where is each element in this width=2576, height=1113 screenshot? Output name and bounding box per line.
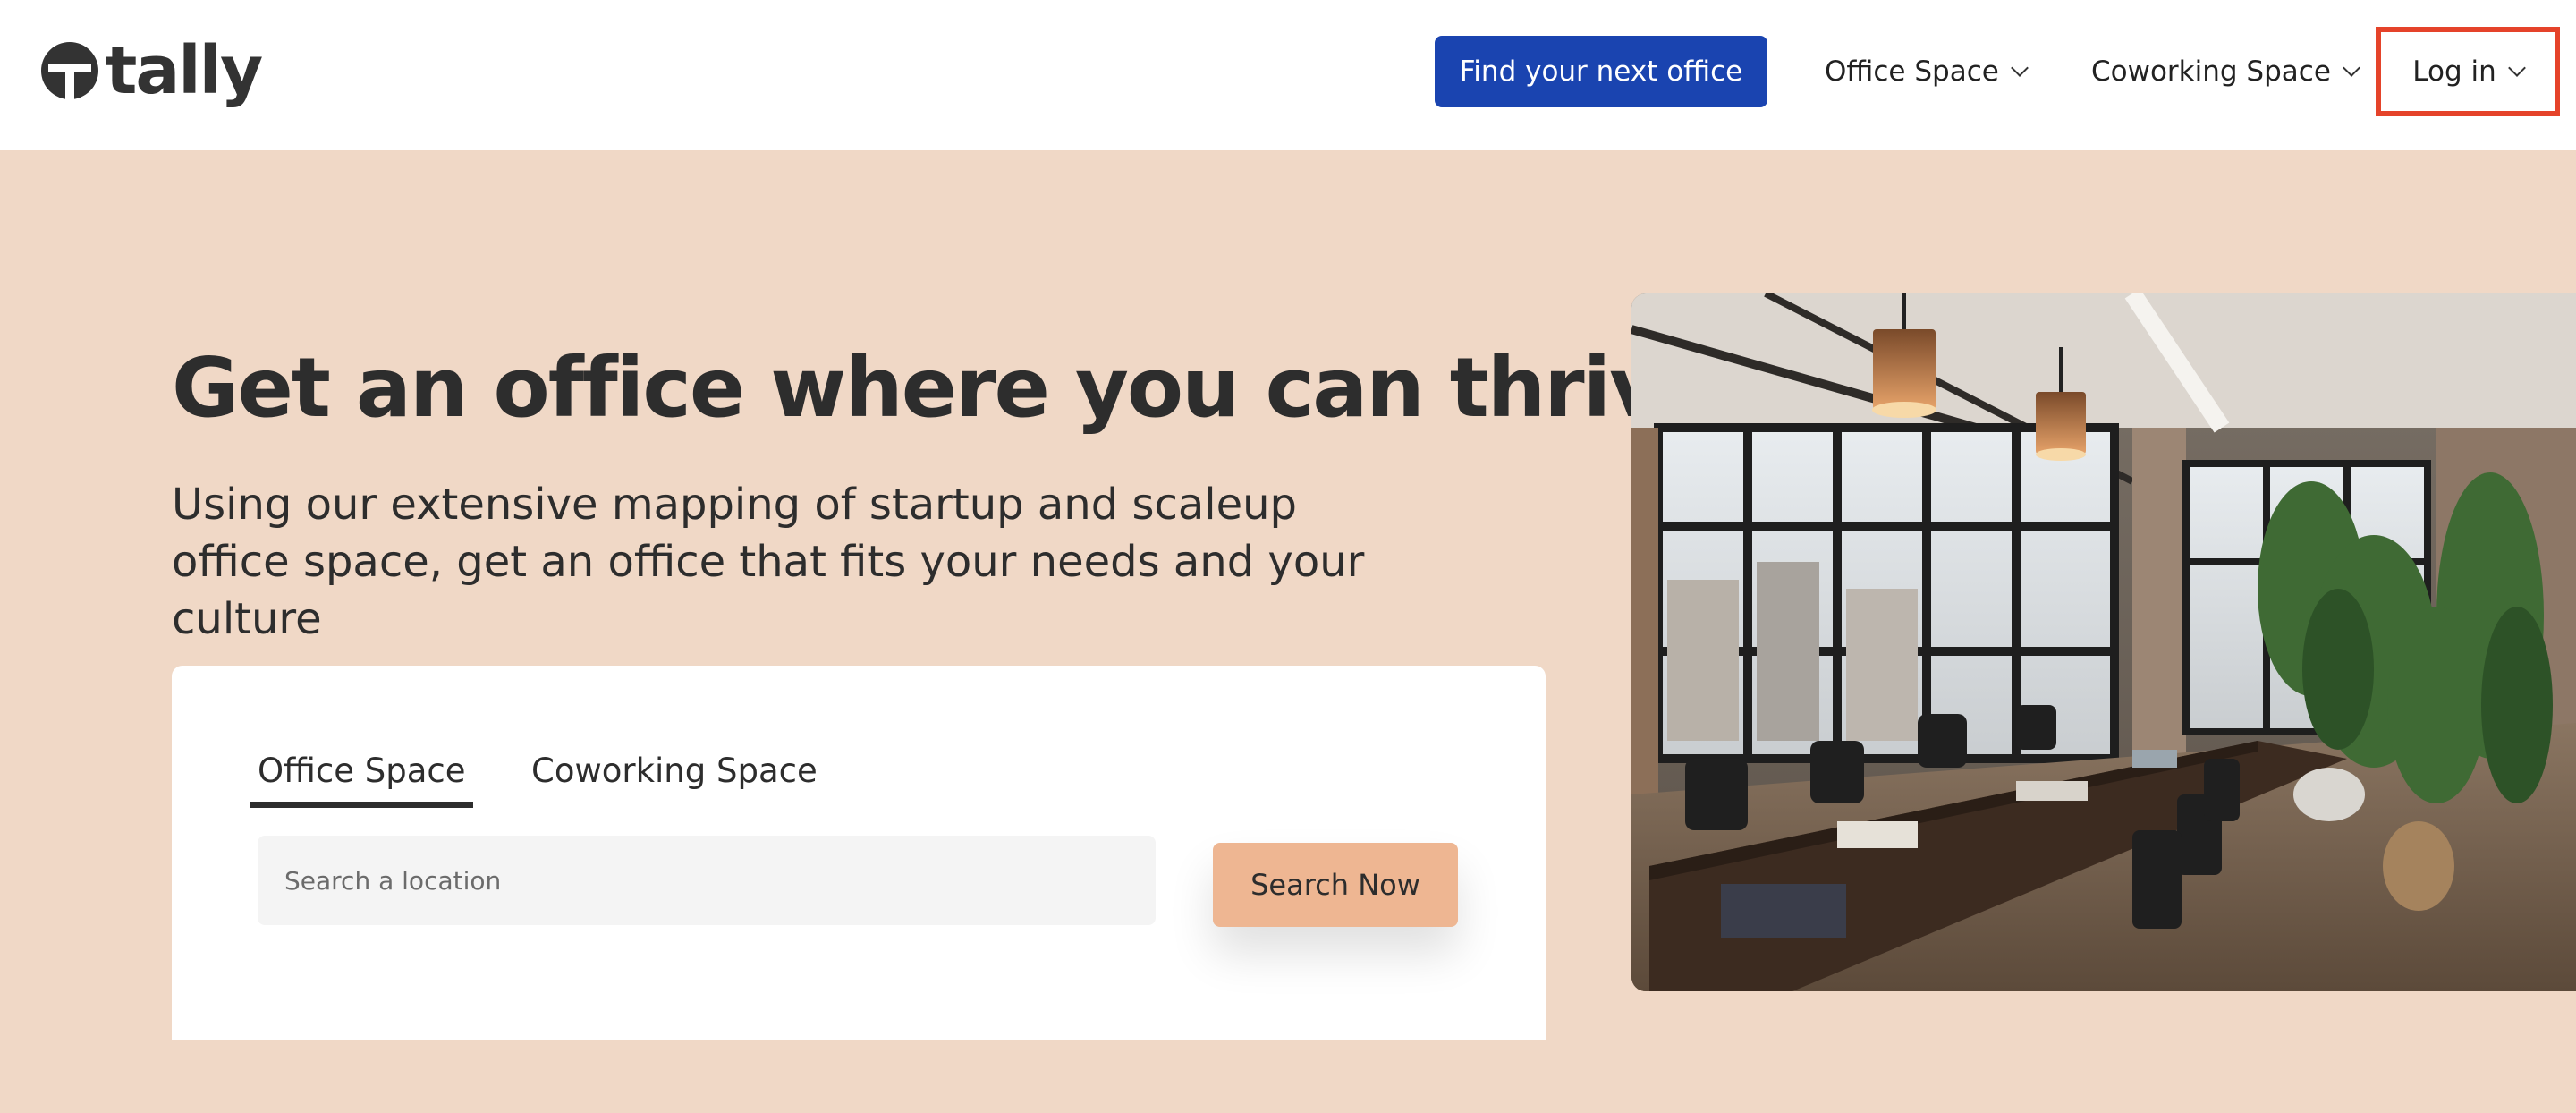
chevron-down-icon [2010,59,2029,77]
tab-coworking-space[interactable]: Coworking Space [531,752,818,790]
hero-subtitle: Using our extensive mapping of startup a… [172,480,1365,644]
chevron-down-icon [2507,59,2526,77]
office-photo [1631,293,2576,991]
logo-text: tally [106,32,263,109]
location-search-input[interactable] [258,836,1156,925]
search-card: Office Space Coworking Space Search Now [172,666,1546,1040]
tally-logo[interactable]: tally [41,32,263,109]
search-now-button[interactable]: Search Now [1213,843,1458,927]
tally-logo-icon [41,42,98,99]
site-header: tally Find your next office Office Space… [0,0,2576,150]
nav-office-space[interactable]: Office Space [1825,36,2029,107]
nav-coworking-space-label: Coworking Space [2091,55,2331,88]
nav-office-space-label: Office Space [1825,55,1999,88]
find-office-button[interactable]: Find your next office [1435,36,1767,107]
hero-title: Get an office where you can thrive [172,340,1717,436]
nav-login[interactable]: Log in [2376,27,2560,116]
nav-coworking-space[interactable]: Coworking Space [2091,36,2360,107]
chevron-down-icon [2342,59,2360,77]
tab-office-space[interactable]: Office Space [250,752,473,808]
nav-login-label: Log in [2412,55,2496,88]
